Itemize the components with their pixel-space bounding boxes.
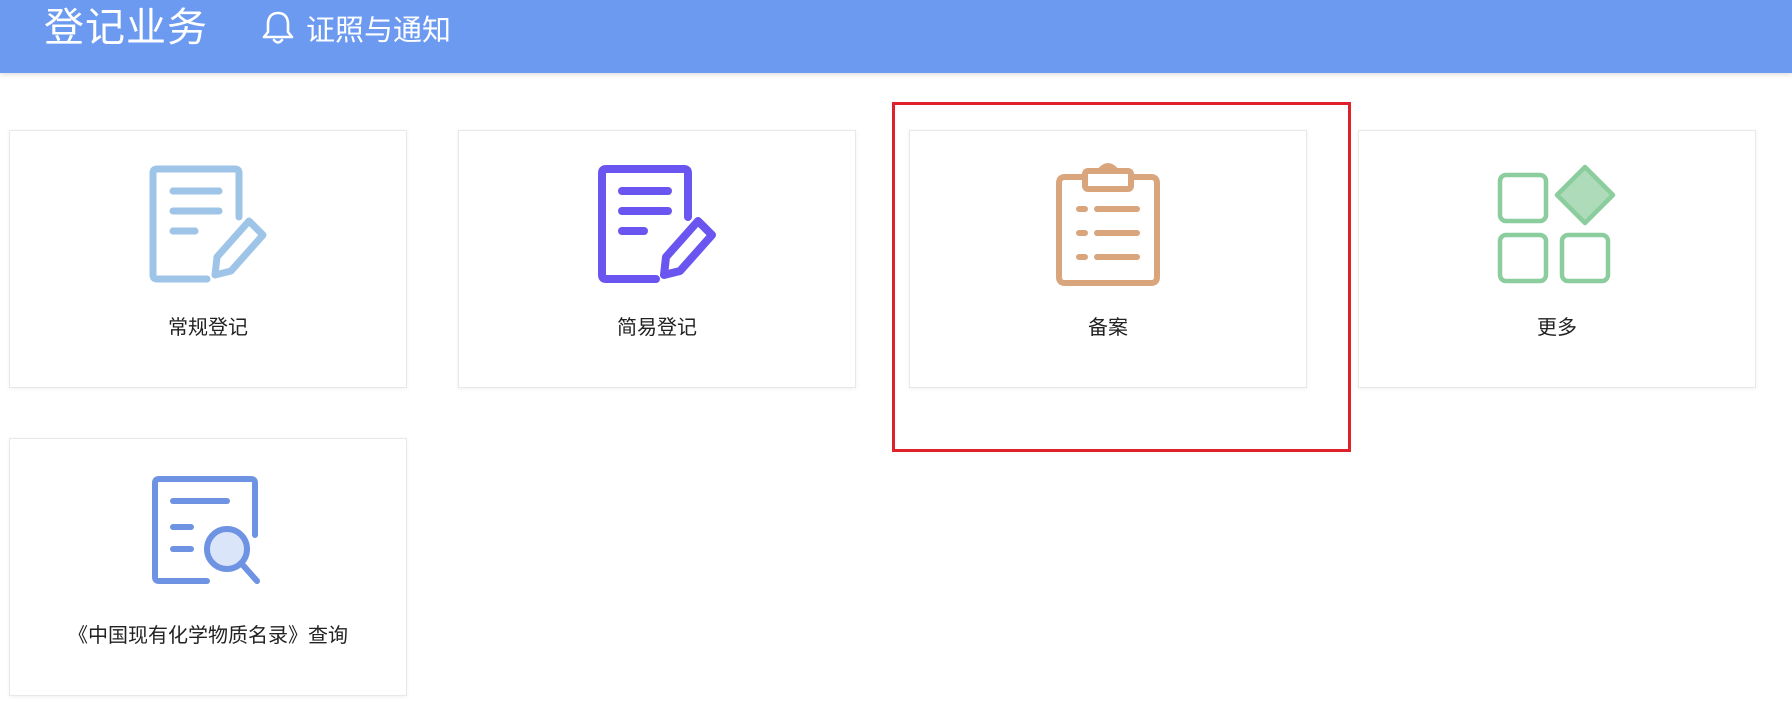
- card-label: 常规登记: [168, 315, 248, 339]
- notice-link[interactable]: 证照与通知: [258, 10, 452, 47]
- edit-document-icon: [598, 165, 716, 283]
- edit-document-icon: [149, 165, 267, 283]
- card-inventory-query[interactable]: 《中国现有化学物质名录》查询: [9, 438, 407, 696]
- card-regular-registration[interactable]: 常规登记: [9, 130, 407, 388]
- card-simple-registration[interactable]: 简易登记: [458, 130, 856, 388]
- card-label: 简易登记: [617, 315, 697, 339]
- card-label: 备案: [1088, 315, 1128, 339]
- notice-link-label: 证照与通知: [306, 13, 452, 47]
- top-header: 登记业务 证照与通知: [0, 0, 1792, 73]
- bell-icon: [262, 11, 294, 44]
- card-label: 《中国现有化学物质名录》查询: [68, 623, 348, 647]
- card-label: 更多: [1537, 315, 1577, 339]
- apps-grid-icon: [1497, 164, 1616, 284]
- clipboard-list-icon: [1056, 163, 1160, 286]
- page-title: 登记业务: [44, 5, 208, 51]
- card-filing[interactable]: 备案: [909, 130, 1307, 388]
- card-more[interactable]: 更多: [1358, 130, 1756, 388]
- document-search-icon: [152, 476, 260, 584]
